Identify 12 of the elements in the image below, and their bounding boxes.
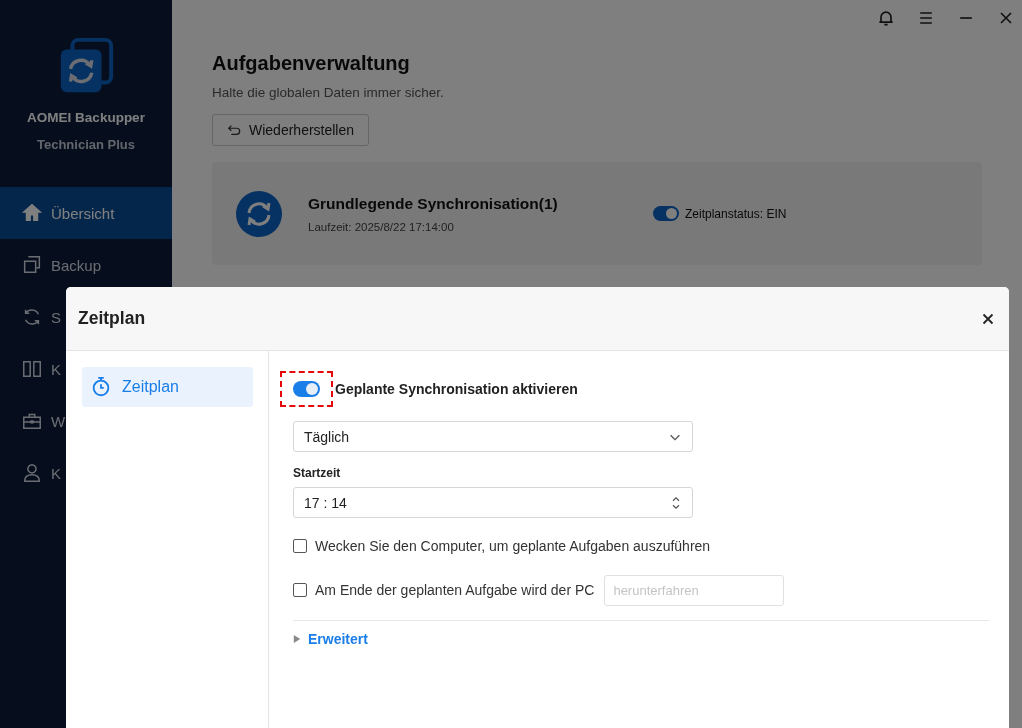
page-subtitle: Halte die globalen Daten immer sicher. [212,85,445,100]
page-title: Aufgabenverwaltung [212,52,411,75]
app-edition: Technician Plus [37,137,135,152]
option-label: Wecken Sie den Computer, um geplante Aufgaben auszuführen [315,538,711,554]
option-label: Am Ende der geplanten Aufgabe wird der PC [315,582,595,598]
task-name: Grundlegende Synchronisation(1) [308,194,559,213]
dialog-title: Zeitplan [78,308,146,329]
app-name: AOMEI Backupper [27,110,145,125]
enable-label: Geplante Synchronisation aktivieren [335,381,578,397]
start-time-label: Startzeit [293,466,342,480]
task-runtime: Laufzeit: 2025/8/22 17:14:00 [308,220,455,233]
schedule-status: Zeitplanstatus: EIN [685,206,787,221]
